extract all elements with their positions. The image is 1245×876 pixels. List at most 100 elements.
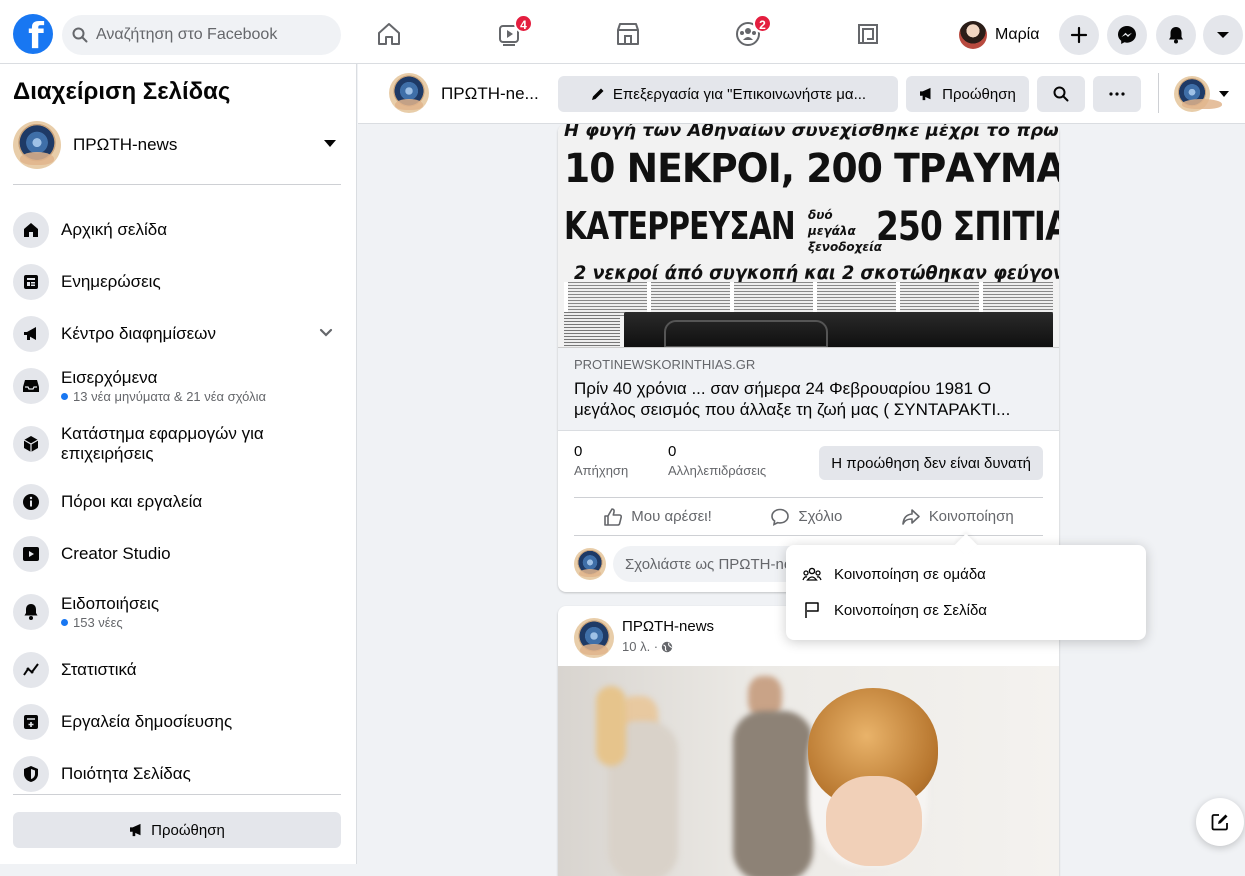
divider: [13, 184, 341, 185]
sidebar-item-resources[interactable]: Πόροι και εργαλεία: [13, 476, 341, 528]
account-menu-button[interactable]: [1203, 15, 1243, 55]
switch-profile-button[interactable]: [1174, 76, 1230, 112]
photo-figure: [596, 686, 626, 766]
share-to-page-item[interactable]: Κοινοποίηση σε Σελίδα: [802, 601, 987, 619]
sidebar-item-ad-center[interactable]: Κέντρο διαφημίσεων: [13, 308, 341, 360]
newspaper-columns: [564, 312, 620, 347]
page-header-name[interactable]: ΠΡΩΤΗ-ne...: [441, 84, 539, 104]
post-author[interactable]: ΠΡΩΤΗ-news: [622, 618, 714, 635]
sidebar-item-inbox[interactable]: Εισερχόμενα 13 νέα μηνύματα & 21 νέα σχό…: [13, 360, 341, 412]
sidebar-item-label: Κέντρο διαφημίσεων: [61, 324, 216, 343]
megaphone-icon: [130, 823, 141, 837]
home-icon: [378, 23, 400, 45]
bell-icon: [13, 594, 49, 630]
page-selector[interactable]: ΠΡΩΤΗ-news: [13, 120, 341, 170]
newspaper-photo: [624, 312, 1053, 347]
video-icon: [13, 536, 49, 572]
search-box[interactable]: [62, 15, 341, 55]
nav-marketplace-tab[interactable]: [608, 14, 648, 54]
engagement-stat[interactable]: 0 Αλληλεπιδράσεις: [668, 443, 766, 478]
user-name: Μαρία: [995, 26, 1040, 43]
post-photo[interactable]: [558, 666, 1059, 876]
more-options-button[interactable]: [1093, 76, 1141, 112]
sidebar-item-page-quality[interactable]: Ποιότητα Σελίδας: [13, 748, 341, 800]
link-preview[interactable]: PROTINEWSKORINTHIAS.GR Πρίν 40 χρόνια ..…: [558, 348, 1059, 431]
sidebar-promote-button[interactable]: Προώθηση: [13, 812, 341, 848]
sidebar-item-publishing-tools[interactable]: Εργαλεία δημοσίευσης: [13, 696, 341, 748]
nav-home-tab[interactable]: [369, 14, 409, 54]
sidebar-item-label: Ειδοποιήσεις: [61, 594, 160, 613]
post-timestamp[interactable]: 10 λ. ·: [622, 639, 673, 654]
newspaper-line: 2 νεκροί άπό συγκοπή και 2 σκοτώθηκαν φε…: [574, 262, 1059, 284]
publish-icon: [13, 704, 49, 740]
link-title: Πρίν 40 χρόνια ... σαν σήμερα 24 Φεβρουα…: [574, 379, 1011, 419]
notifications-button[interactable]: [1156, 15, 1196, 55]
like-button[interactable]: Μου αρέσει!: [603, 507, 712, 527]
new-message-button[interactable]: [1196, 798, 1244, 846]
sidebar-item-label: Αρχική σελίδα: [61, 220, 168, 239]
divider: [1158, 73, 1159, 113]
chart-icon: [13, 652, 49, 688]
page-management-sidebar: Διαχείριση Σελίδας ΠΡΩΤΗ-news Αρχική σελ…: [0, 64, 357, 864]
profile-shortcut[interactable]: Μαρία: [955, 17, 1049, 53]
nav-watch-tab[interactable]: 4: [489, 14, 533, 54]
sidebar-item-updates[interactable]: Ενημερώσεις: [13, 256, 341, 308]
search-icon: [1053, 86, 1069, 102]
sidebar-item-home[interactable]: Αρχική σελίδα: [13, 204, 341, 256]
post-actions: Μου αρέσει! Σχόλιο Κοινοποίηση: [574, 498, 1043, 536]
promote-label: Προώθηση: [942, 85, 1016, 103]
share-to-group-item[interactable]: Κοινοποίηση σε ομάδα: [802, 565, 986, 583]
thumbs-up-icon: [604, 507, 623, 526]
link-source: PROTINEWSKORINTHIAS.GR: [574, 357, 756, 372]
nav-groups-tab[interactable]: 2: [728, 14, 772, 54]
promote-button[interactable]: Προώθηση: [906, 76, 1029, 112]
share-to-page-label: Κοινοποίηση σε Σελίδα: [834, 601, 987, 619]
shop-icon: [617, 23, 639, 45]
search-input[interactable]: [96, 26, 326, 44]
notifications-summary: 153 νέες: [61, 615, 159, 630]
page-avatar[interactable]: [574, 618, 614, 658]
comment-button[interactable]: Σχόλιο: [770, 507, 842, 527]
page-search-button[interactable]: [1037, 76, 1085, 112]
newspaper-line: 10 ΝΕΚΡΟΙ, 200 ΤΡΑΥΜΑΤΙΕΣ: [564, 146, 1059, 192]
inbox-summary: 13 νέα μηνύματα & 21 νέα σχόλια: [61, 389, 266, 404]
edit-contact-button[interactable]: Επεξεργασία για "Επικοινωνήστε μα...: [558, 76, 898, 112]
photo-figure: [826, 776, 922, 866]
promotion-unavailable-button[interactable]: Η προώθηση δεν είναι δυνατή: [819, 446, 1043, 480]
comment-label: Σχόλιο: [798, 508, 843, 525]
sidebar-menu: Αρχική σελίδα Ενημερώσεις Κέντρο διαφημί…: [13, 204, 341, 800]
chevron-down-icon: [1217, 32, 1229, 38]
newspaper-clipping-image[interactable]: Η φυγή των Αθηναίων συνεχίσθηκε μέχρι το…: [558, 124, 1059, 348]
share-button[interactable]: Κοινοποίηση: [901, 507, 1014, 527]
photo-figure: [733, 711, 813, 876]
create-button[interactable]: [1059, 15, 1099, 55]
chevron-down-icon[interactable]: [319, 328, 333, 338]
post-time: 10 λ. ·: [622, 639, 659, 654]
unread-dot: [61, 393, 68, 400]
sidebar-item-creator-studio[interactable]: Creator Studio: [13, 528, 341, 580]
divider: [13, 794, 341, 795]
engagement-label: Αλληλεπιδράσεις: [668, 463, 767, 478]
bell-icon: [1169, 27, 1183, 44]
notifications-summary-text: 153 νέες: [73, 615, 123, 630]
reach-value: 0: [574, 443, 583, 460]
globe-icon: [661, 641, 673, 652]
newspaper-line: δυό μεγάλα ξενοδοχεία: [808, 208, 883, 254]
compose-icon: [1211, 814, 1228, 831]
sidebar-promote-label: Προώθηση: [151, 821, 225, 839]
search-icon: [72, 27, 88, 43]
sidebar-item-insights[interactable]: Στατιστικά: [13, 644, 341, 696]
sidebar-item-notifications[interactable]: Ειδοποιήσεις 153 νέες: [13, 580, 341, 644]
page-avatar[interactable]: [389, 73, 429, 113]
inbox-icon: [13, 368, 49, 404]
post-card: ΠΡΩΤΗ-news 10 λ. ·: [558, 606, 1059, 876]
facebook-logo-icon[interactable]: f: [13, 14, 53, 54]
sidebar-item-app-store[interactable]: Κατάστημα εφαρμογών για επιχειρήσεις: [13, 412, 341, 476]
group-icon: [802, 567, 822, 581]
megaphone-icon: [920, 87, 931, 101]
messenger-button[interactable]: [1107, 15, 1147, 55]
megaphone-icon: [13, 316, 49, 352]
nav-gaming-tab[interactable]: [848, 14, 888, 54]
reach-stat[interactable]: 0 Απήχηση: [574, 443, 628, 478]
sidebar-item-label: Ενημερώσεις: [61, 272, 161, 291]
